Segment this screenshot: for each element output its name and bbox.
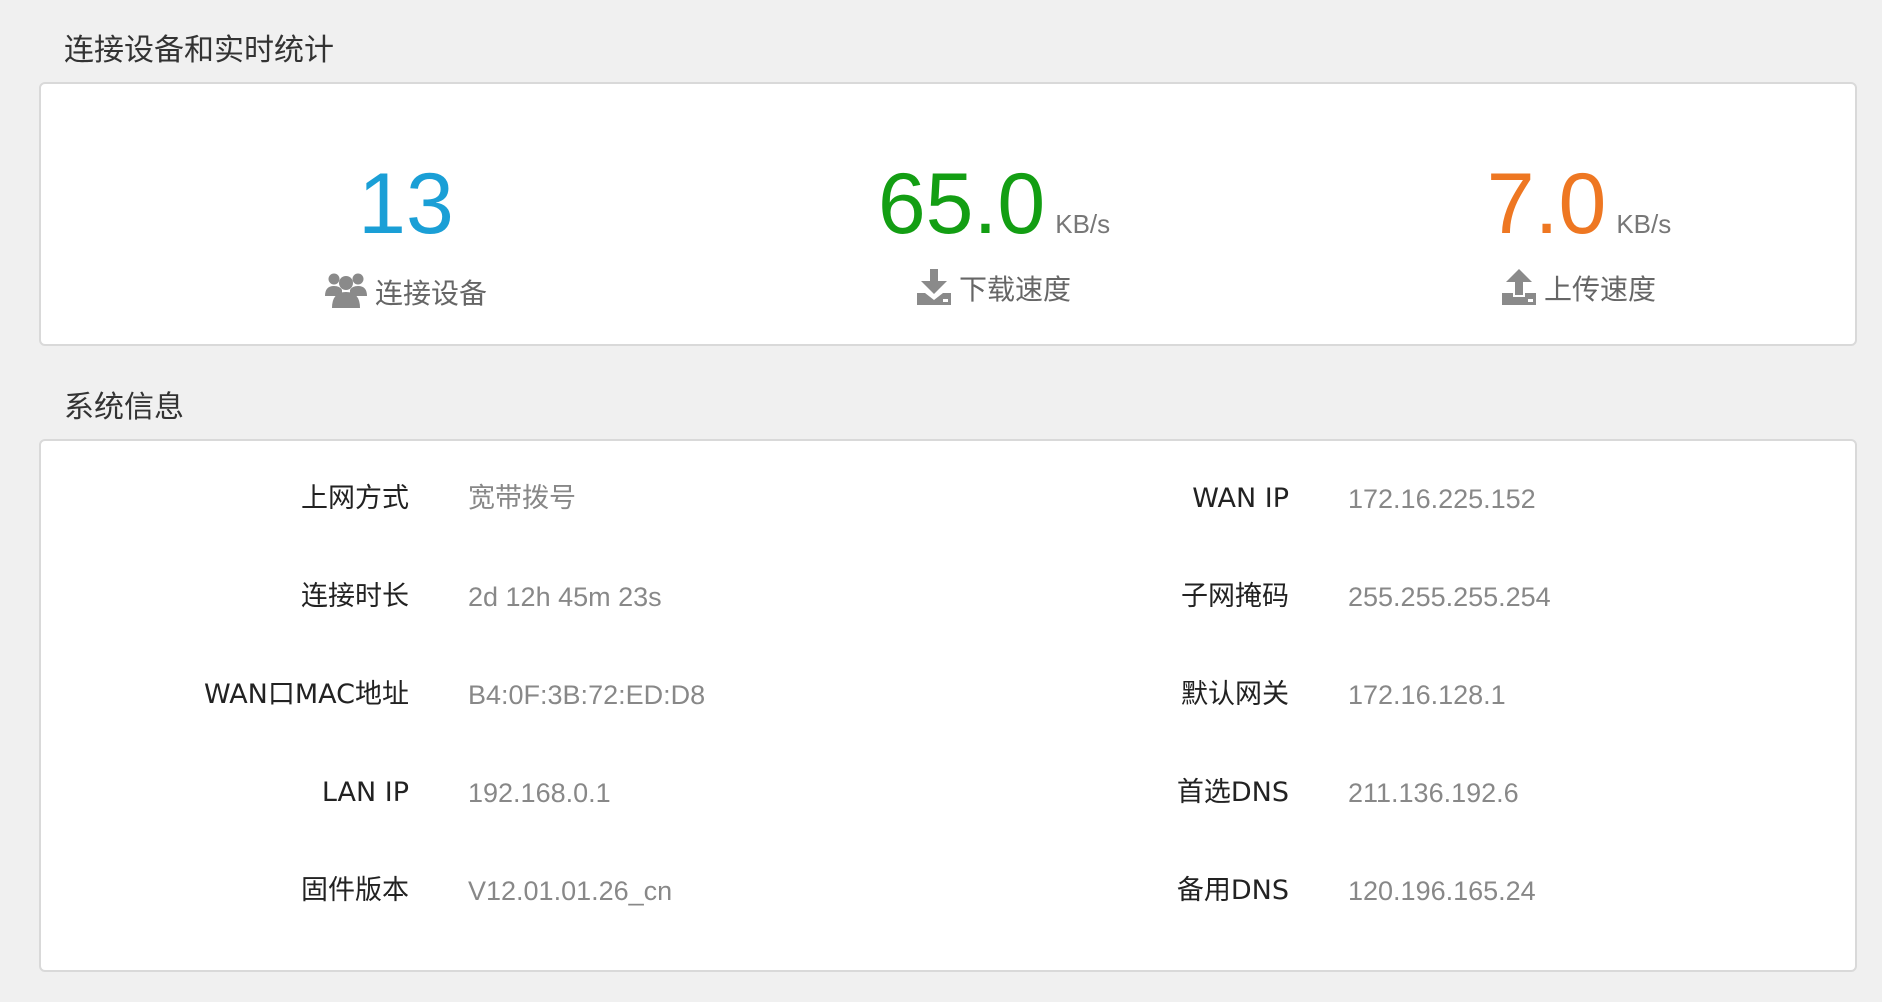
upload-icon — [1501, 269, 1536, 316]
info-label: 固件版本 — [301, 875, 409, 906]
info-value: 192.168.0.1 — [468, 778, 611, 808]
info-value: 120.196.165.24 — [1348, 876, 1536, 906]
stats-panel: 13 连接设备 65.0 KB/s 下载速度 7.0 KB/s 上传速度 — [39, 82, 1857, 346]
info-label: 首选DNS — [1176, 777, 1289, 808]
info-row-default-gateway: 默认网关 172.16.128.1 — [921, 675, 1821, 715]
info-label: 子网掩码 — [1181, 581, 1289, 612]
info-row-subnet-mask: 子网掩码 255.255.255.254 — [921, 577, 1821, 617]
info-row-firmware: 固件版本 V12.01.01.26_cn — [41, 871, 941, 911]
upload-speed-label: 上传速度 — [1543, 273, 1656, 306]
info-value: 172.16.225.152 — [1348, 484, 1536, 514]
info-value: V12.01.01.26_cn — [468, 876, 673, 906]
download-speed-value: 65.0 — [877, 156, 1046, 252]
connected-devices-stat[interactable]: 13 连接设备 — [106, 84, 706, 344]
info-label: WAN口MAC地址 — [203, 679, 409, 710]
info-label: 默认网关 — [1181, 679, 1289, 710]
download-speed-unit: KB/s — [1055, 209, 1111, 239]
system-info-panel: 上网方式 宽带拨号 连接时长 2d 12h 45m 23s WAN口MAC地址 … — [39, 439, 1857, 972]
info-value: 255.255.255.254 — [1348, 582, 1551, 612]
download-speed-label: 下载速度 — [958, 273, 1071, 306]
info-row-wan-ip: WAN IP 172.16.225.152 — [921, 479, 1821, 519]
info-row-lan-ip: LAN IP 192.168.0.1 — [41, 773, 941, 813]
upload-speed-stat: 7.0 KB/s 上传速度 — [1279, 84, 1879, 344]
info-row-connection-type: 上网方式 宽带拨号 — [41, 479, 941, 519]
download-speed-stat: 65.0 KB/s 下载速度 — [694, 84, 1294, 344]
info-value: 宽带拨号 — [468, 483, 576, 514]
download-icon — [916, 269, 951, 316]
info-row-uptime: 连接时长 2d 12h 45m 23s — [41, 577, 941, 617]
info-label: LAN IP — [321, 777, 409, 808]
info-label: 上网方式 — [301, 483, 409, 514]
info-label: 备用DNS — [1176, 875, 1289, 906]
upload-speed-value: 7.0 — [1486, 156, 1607, 252]
upload-speed-unit: KB/s — [1616, 209, 1672, 239]
connected-devices-count: 13 — [358, 156, 454, 252]
info-row-wan-mac: WAN口MAC地址 B4:0F:3B:72:ED:D8 — [41, 675, 941, 715]
info-label: 连接时长 — [301, 581, 409, 612]
info-value: 2d 12h 45m 23s — [468, 582, 662, 612]
info-value: B4:0F:3B:72:ED:D8 — [468, 680, 706, 710]
info-row-secondary-dns: 备用DNS 120.196.165.24 — [921, 871, 1821, 911]
info-row-primary-dns: 首选DNS 211.136.192.6 — [921, 773, 1821, 813]
connected-devices-label: 连接设备 — [374, 277, 487, 310]
system-info-section-title: 系统信息 — [64, 390, 184, 425]
users-icon — [324, 269, 367, 320]
info-value: 211.136.192.6 — [1348, 778, 1519, 808]
stats-section-title: 连接设备和实时统计 — [64, 33, 334, 68]
info-label: WAN IP — [1192, 483, 1289, 514]
info-value: 172.16.128.1 — [1348, 680, 1506, 710]
